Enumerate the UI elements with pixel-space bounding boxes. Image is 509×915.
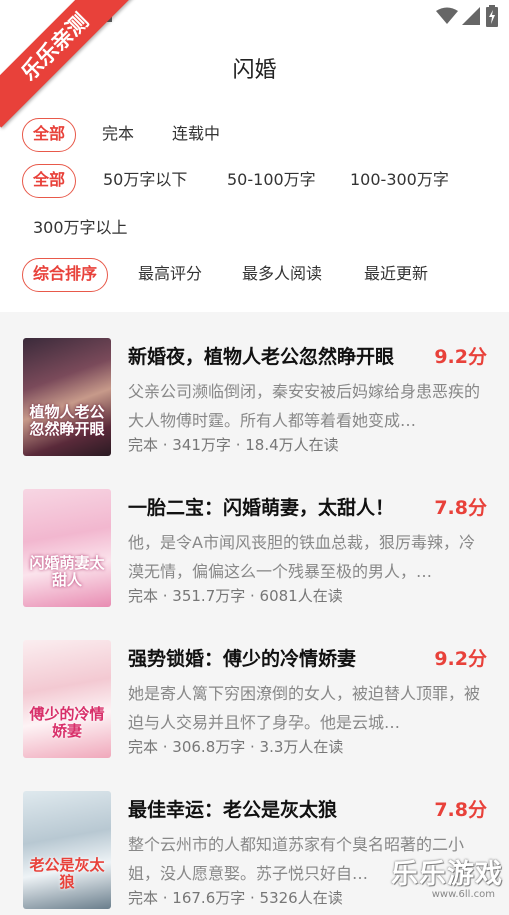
filter-completion-finished[interactable]: 完本 bbox=[102, 118, 134, 150]
cover-title: 植物人老公忽然睁开眼 bbox=[29, 403, 105, 438]
book-description: 父亲公司濒临倒闭，秦安安被后妈嫁给身患恶疾的大人物傅时霆。所有人都等着看她变成… bbox=[128, 382, 480, 430]
completion-filter: 全部 完本 连载中 bbox=[0, 118, 509, 152]
filter-completion-all[interactable]: 全部 bbox=[22, 118, 77, 152]
sort-filter: 综合排序 最高评分 最多人阅读 最近更新 bbox=[0, 258, 509, 292]
watermark-text: 乐乐游戏 bbox=[391, 859, 503, 890]
book-score: 7.8分 bbox=[434, 799, 487, 821]
book-title: 强势锁婚：傅少的冷情娇妻 bbox=[128, 648, 357, 670]
book-cover: 老公是灰太狼 bbox=[23, 791, 111, 909]
page-title: 闪婚 bbox=[232, 58, 277, 83]
sort-comprehensive[interactable]: 综合排序 bbox=[22, 258, 109, 292]
filter-completion-ongoing[interactable]: 连载中 bbox=[172, 118, 220, 150]
book-cover: 傅少的冷情娇妻 bbox=[23, 640, 111, 758]
book-title: 新婚夜，植物人老公忽然睁开眼 bbox=[128, 346, 395, 368]
book-cover: 植物人老公忽然睁开眼 bbox=[23, 338, 111, 456]
book-score: 9.2分 bbox=[434, 346, 487, 368]
watermark: 乐乐游戏 www.6ll.com bbox=[383, 852, 503, 900]
book-description: 她是寄人篱下穷困潦倒的女人，被迫替人顶罪，被迫与人交易并且怀了身孕。他是云城… bbox=[128, 684, 480, 732]
watermark-url: www.6ll.com bbox=[431, 889, 495, 900]
book-meta: 完本 · 306.8万字 · 3.3万人在读 bbox=[128, 738, 344, 756]
book-item[interactable]: 闪婚萌妻太甜人 一胎二宝：闪婚萌妻，太甜人！ 7.8分 他，是令A市闻风丧胆的铁… bbox=[0, 463, 509, 613]
book-meta: 完本 · 167.6万字 · 5326人在读 bbox=[128, 889, 343, 907]
book-meta: 完本 · 351.7万字 · 6081人在读 bbox=[128, 587, 343, 605]
cover-title: 闪婚萌妻太甜人 bbox=[29, 554, 105, 589]
filter-words-all[interactable]: 全部 bbox=[22, 164, 77, 198]
book-cover: 闪婚萌妻太甜人 bbox=[23, 489, 111, 607]
filter-words-under-50w[interactable]: 50万字以下 bbox=[103, 164, 187, 196]
book-title: 一胎二宝：闪婚萌妻，太甜人！ bbox=[128, 497, 395, 519]
book-item[interactable]: 植物人老公忽然睁开眼 新婚夜，植物人老公忽然睁开眼 9.2分 父亲公司濒临倒闭，… bbox=[0, 312, 509, 462]
signal-icon bbox=[462, 7, 480, 25]
book-item[interactable]: 傅少的冷情娇妻 强势锁婚：傅少的冷情娇妻 9.2分 她是寄人篱下穷困潦倒的女人，… bbox=[0, 614, 509, 764]
sort-recently-updated[interactable]: 最近更新 bbox=[364, 258, 428, 290]
book-description: 他，是令A市闻风丧胆的铁血总裁，狠厉毒辣，冷漠无情，偏偏这么一个残暴至极的男人，… bbox=[128, 533, 475, 581]
word-count-filter: 全部 50万字以下 50-100万字 100-300万字 300万字以上 bbox=[0, 164, 509, 248]
battery-icon bbox=[486, 5, 498, 27]
book-title: 最佳幸运：老公是灰太狼 bbox=[128, 799, 338, 821]
cover-title: 老公是灰太狼 bbox=[29, 856, 105, 891]
wifi-icon bbox=[436, 7, 458, 24]
sort-highest-rated[interactable]: 最高评分 bbox=[138, 258, 202, 290]
filter-words-50-100w[interactable]: 50-100万字 bbox=[227, 164, 316, 196]
cover-title: 傅少的冷情娇妻 bbox=[29, 705, 105, 740]
filter-words-100-300w[interactable]: 100-300万字 bbox=[350, 164, 449, 196]
filter-words-over-300w[interactable]: 300万字以上 bbox=[33, 212, 128, 244]
book-meta: 完本 · 341万字 · 18.4万人在读 bbox=[128, 436, 339, 454]
sort-most-read[interactable]: 最多人阅读 bbox=[242, 258, 322, 290]
book-score: 7.8分 bbox=[434, 497, 487, 519]
book-score: 9.2分 bbox=[434, 648, 487, 670]
